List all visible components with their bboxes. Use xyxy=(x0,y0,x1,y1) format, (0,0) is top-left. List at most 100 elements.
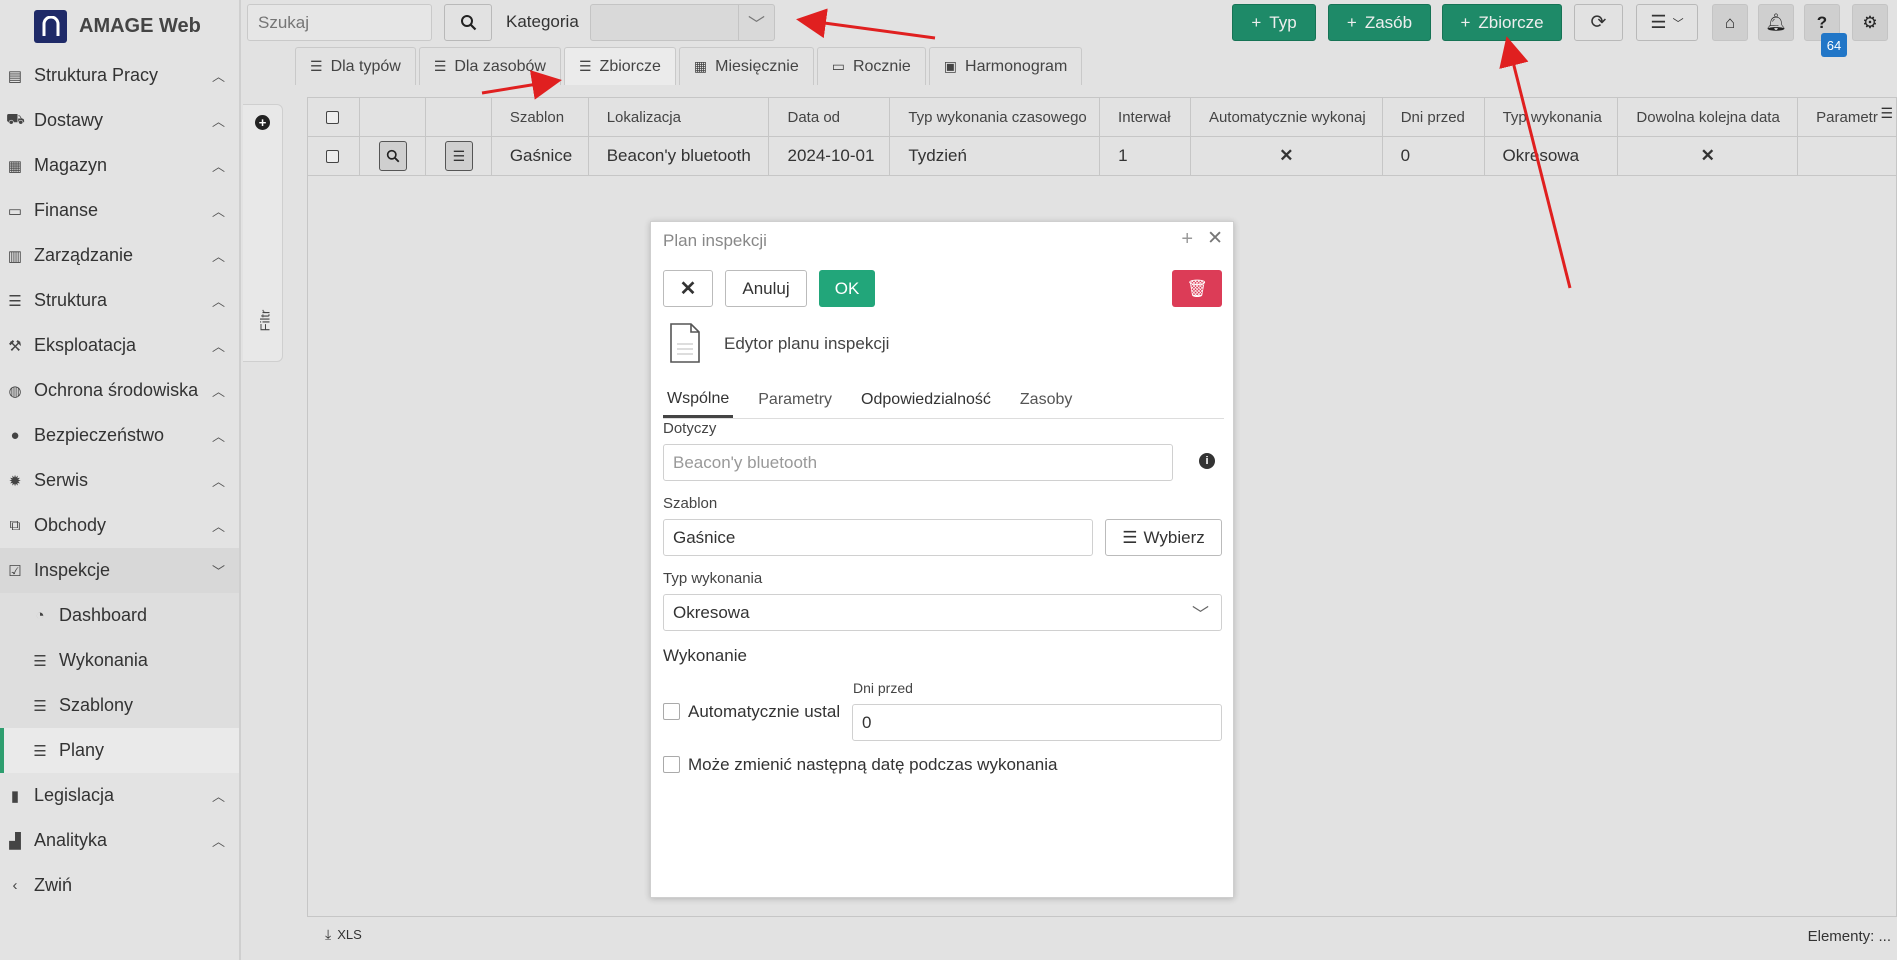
sidebar-item-obchody[interactable]: ⧉ Obchody ︿ xyxy=(0,503,239,548)
sidebar-item-inspekcje[interactable]: ☑ Inspekcje ﹀ xyxy=(0,548,239,593)
align-icon: ☰ xyxy=(1122,527,1138,547)
list-icon: ☰ xyxy=(578,58,592,74)
chevron-down-icon: ﹀ xyxy=(738,5,774,40)
szablon-field[interactable]: Gaśnice xyxy=(663,519,1093,556)
row-select-cell[interactable] xyxy=(308,137,360,175)
tab-zasoby[interactable]: Zasoby xyxy=(1016,382,1076,418)
add-zbiorcze-label: Zbiorcze xyxy=(1478,12,1544,32)
column-header[interactable]: Typ wykonania xyxy=(1485,98,1619,136)
home-icon: ⌂ xyxy=(1724,12,1736,32)
typ-wykonania-select[interactable]: Okresowa ﹀ xyxy=(663,594,1222,631)
dotyczy-label: Dotyczy xyxy=(663,420,717,437)
settings-button[interactable]: ⚙ xyxy=(1852,4,1888,41)
search-button[interactable] xyxy=(444,4,492,41)
menu-dropdown-button[interactable]: ☰ ﹀ xyxy=(1636,4,1698,41)
sidebar-item-label: Plany xyxy=(59,740,105,760)
sidebar-item-struktura[interactable]: ☰ Struktura ︿ xyxy=(0,278,239,323)
column-header[interactable]: Automatycznie wykonaj xyxy=(1191,98,1383,136)
row-checkbox[interactable] xyxy=(326,149,339,163)
sidebar-item-label: Analityka xyxy=(34,830,108,850)
dni-przed-input[interactable]: 0 xyxy=(852,704,1222,741)
close-button[interactable]: ✕ xyxy=(663,270,713,307)
refresh-button[interactable]: ⟳ xyxy=(1574,4,1623,41)
cell-interwal: 1 xyxy=(1100,137,1191,175)
column-header[interactable]: Data od xyxy=(769,98,891,136)
chevron-up-icon: ︿ xyxy=(211,429,225,444)
add-zbiorcze-button[interactable]: + Zbiorcze xyxy=(1442,4,1562,41)
close-icon[interactable]: ✕ xyxy=(1207,227,1223,250)
sidebar-item-struktura-pracy[interactable]: ▤ Struktura Pracy ︿ xyxy=(0,53,239,98)
table-row[interactable]: ☰ Gaśnice Beacon'y bluetooth 2024-10-01 … xyxy=(308,137,1896,176)
wybierz-button[interactable]: ☰ Wybierz xyxy=(1105,519,1222,556)
add-zasob-label: Zasób xyxy=(1364,12,1413,32)
sidebar-item-wykonania[interactable]: ☰ Wykonania xyxy=(0,638,239,683)
trash-icon: 🗑︎ xyxy=(1186,278,1208,298)
tab-harmonogram[interactable]: ▣ Harmonogram xyxy=(928,47,1083,85)
home-button[interactable]: ⌂ xyxy=(1712,4,1748,41)
search-input[interactable] xyxy=(247,4,432,41)
bell-icon: 🔔︎ xyxy=(1765,12,1787,32)
tab-odpowiedzialnosc[interactable]: Odpowiedzialność xyxy=(857,382,995,418)
sidebar-item-szablony[interactable]: ☰ Szablony xyxy=(0,683,239,728)
add-zasob-button[interactable]: + Zasób xyxy=(1328,4,1431,41)
sidebar-item-plany[interactable]: ☰ Plany xyxy=(0,728,239,773)
category-select[interactable]: ﹀ xyxy=(590,4,775,41)
tab-parametry[interactable]: Parametry xyxy=(754,382,836,418)
maximize-icon[interactable]: + xyxy=(1181,228,1193,251)
sidebar-item-label: Struktura Pracy xyxy=(34,65,159,85)
sidebar: AMAGE Web ▤ Struktura Pracy ︿ ⛟ Dostawy ︿ ▦ M… xyxy=(0,0,241,960)
tool-icon: ⚒ xyxy=(8,337,22,355)
tab-wspolne[interactable]: Wspólne xyxy=(663,382,734,418)
document-icon xyxy=(670,323,700,363)
delete-button[interactable]: 🗑︎ xyxy=(1172,270,1222,307)
sidebar-item-eksploatacja[interactable]: ⚒ Eksploatacja ︿ xyxy=(0,323,239,368)
add-typ-button[interactable]: + Typ xyxy=(1232,4,1316,41)
brand[interactable]: AMAGE Web xyxy=(0,0,239,53)
tab-dla-zasobow[interactable]: ☰ Dla zasobów xyxy=(418,47,561,85)
row-menu-button[interactable]: ☰ xyxy=(444,141,473,171)
tab-miesiecznie[interactable]: ▦ Miesięcznie xyxy=(678,47,814,85)
column-header[interactable]: Typ wykonania czasowego xyxy=(890,98,1101,136)
row-search-button[interactable] xyxy=(378,141,407,171)
typ-wykonania-label: Typ wykonania xyxy=(663,570,763,587)
column-header[interactable]: Szablon xyxy=(492,98,589,136)
sidebar-item-dostawy[interactable]: ⛟ Dostawy ︿ xyxy=(0,98,239,143)
sidebar-item-serwis[interactable]: ✹ Serwis ︿ xyxy=(0,458,239,503)
sidebar-item-dashboard[interactable]: ◔ Dashboard xyxy=(0,593,239,638)
ok-button[interactable]: OK xyxy=(819,270,875,307)
column-header[interactable]: Interwał xyxy=(1100,98,1191,136)
sidebar-item-bezpieczenstwo[interactable]: ● Bezpieczeństwo ︿ xyxy=(0,413,239,458)
column-header[interactable]: Lokalizacja xyxy=(589,98,770,136)
sidebar-item-zarzadzanie[interactable]: ▥ Zarządzanie ︿ xyxy=(0,233,239,278)
sidebar-item-zwin[interactable]: ‹ Zwiń xyxy=(0,863,239,908)
info-icon[interactable]: i xyxy=(1199,453,1215,469)
column-header[interactable]: Dni przed xyxy=(1383,98,1485,136)
export-xls-button[interactable]: ⤓ XLS xyxy=(325,926,362,943)
tab-zbiorcze[interactable]: ☰ Zbiorcze xyxy=(563,47,676,85)
add-filter-icon[interactable]: + xyxy=(255,115,270,130)
moze-zmienic-label: Może zmienić następną datę podczas wykon… xyxy=(688,755,1058,774)
column-menu-icon[interactable]: ☰ xyxy=(1880,105,1893,122)
sidebar-item-magazyn[interactable]: ▦ Magazyn ︿ xyxy=(0,143,239,188)
sidebar-item-legislacja[interactable]: ▮ Legislacja ︿ xyxy=(0,773,239,818)
notifications-button[interactable]: 🔔︎ xyxy=(1758,4,1794,41)
sidebar-item-analityka[interactable]: ▟ Analityka ︿ xyxy=(0,818,239,863)
column-header[interactable]: Dowolna kolejna data xyxy=(1618,98,1799,136)
auto-checkbox[interactable] xyxy=(663,703,680,720)
sidebar-item-ochrona-srodowiska[interactable]: ◍ Ochrona środowiska ︿ xyxy=(0,368,239,413)
cancel-button[interactable]: Anuluj xyxy=(725,270,807,307)
select-all-checkbox[interactable] xyxy=(326,110,339,124)
tab-dla-typow[interactable]: ☰ Dla typów xyxy=(295,47,416,85)
filter-panel-toggle[interactable]: + Filtr xyxy=(243,104,283,362)
chevron-up-icon: ︿ xyxy=(211,249,225,264)
tab-rocznie[interactable]: ▭ Rocznie xyxy=(816,47,926,85)
moze-zmienic-checkbox[interactable] xyxy=(663,756,680,773)
sidebar-item-finanse[interactable]: ▭ Finanse ︿ xyxy=(0,188,239,233)
dotyczy-field[interactable]: Beacon'y bluetooth xyxy=(663,444,1173,481)
sidebar-item-label: Obchody xyxy=(34,515,107,535)
select-all-cell[interactable] xyxy=(308,98,360,136)
user-shield-icon: ● xyxy=(10,427,20,444)
list-icon: ☰ xyxy=(310,58,323,74)
globe-icon: ◍ xyxy=(8,382,22,400)
gauge-icon: ◔ xyxy=(35,607,45,624)
